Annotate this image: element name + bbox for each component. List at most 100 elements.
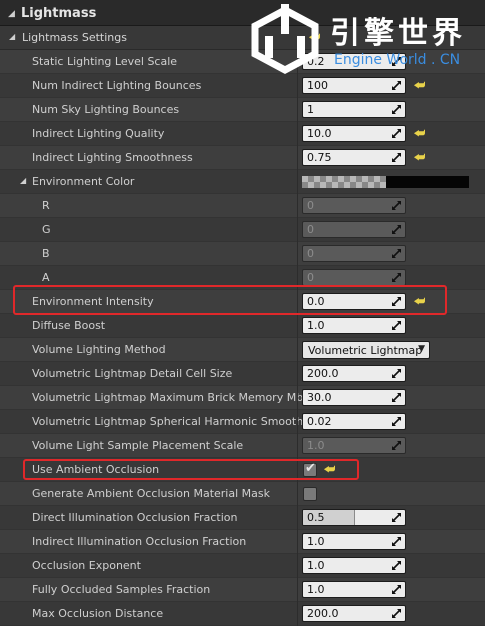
drag-handle-icon[interactable] [391,608,402,619]
field-value: 200.0 [307,367,339,380]
numeric-field: 0 [302,269,406,286]
column-splitter[interactable] [297,146,298,170]
drag-handle-icon[interactable] [391,224,402,235]
drag-handle-icon[interactable] [391,296,402,307]
drag-handle-icon[interactable] [391,560,402,571]
column-splitter[interactable] [297,578,298,602]
drag-handle-icon[interactable] [391,248,402,259]
reset-to-default-icon[interactable]: ⮨ [414,78,425,93]
reset-to-default-icon[interactable]: ⮨ [324,462,335,477]
numeric-field[interactable]: 100 [302,77,406,94]
property-label: G [42,223,51,236]
property-label: Indirect Illumination Occlusion Fraction [32,535,247,548]
color-swatch [386,176,469,188]
use-ambient-occlusion-checkbox[interactable]: ✔ [303,461,317,477]
property-row-use-ambient-occlusion: Use Ambient Occlusion ✔ ⮨ [0,458,485,482]
column-splitter[interactable] [297,410,298,434]
collapse-triangle-icon[interactable]: ◢ [8,9,15,19]
column-splitter[interactable] [297,482,298,506]
chevron-down-icon: ▼ [418,344,425,354]
numeric-field: 0 [302,245,406,262]
numeric-field[interactable]: 0.5 [302,509,406,526]
property-row-diffuse-boost: Diffuse Boost 1.0 [0,314,485,338]
property-row-generate-ambient-occlusion-material-mask: Generate Ambient Occlusion Material Mask [0,482,485,506]
reset-to-default-icon[interactable]: ⮨ [414,126,425,141]
property-row-g: G0 [0,218,485,242]
property-row-num-indirect-lighting-bounces: Num Indirect Lighting Bounces 100 ⮨ [0,74,485,98]
property-label: Occlusion Exponent [32,559,141,572]
property-row-volume-light-sample-placement-scale: Volume Light Sample Placement Scale 1.0 [0,434,485,458]
column-splitter[interactable] [297,506,298,530]
drag-handle-icon[interactable] [391,128,402,139]
drag-handle-icon[interactable] [391,320,402,331]
column-splitter[interactable] [297,338,298,362]
drag-handle-icon[interactable] [391,536,402,547]
numeric-field[interactable]: 200.0 [302,365,406,382]
volume-lighting-method-dropdown[interactable]: Volumetric Lightmap ▼ [302,341,430,359]
column-splitter[interactable] [297,434,298,458]
property-label: Indirect Lighting Smoothness [32,151,193,164]
numeric-field: 0 [302,221,406,238]
reset-to-default-icon[interactable]: ⮨ [414,294,425,309]
column-splitter[interactable] [297,290,298,314]
column-splitter[interactable] [297,98,298,122]
numeric-field[interactable]: 200.0 [302,605,406,622]
numeric-field[interactable]: 0.02 [302,413,406,430]
column-splitter[interactable] [297,554,298,578]
column-splitter[interactable] [297,314,298,338]
field-value: 0.5 [307,511,325,524]
environment-color-swatch[interactable] [302,176,469,188]
drag-handle-icon[interactable] [391,440,402,451]
numeric-field[interactable]: 1.0 [302,581,406,598]
field-value: 1.0 [307,535,325,548]
drag-handle-icon[interactable] [391,392,402,403]
drag-handle-icon[interactable] [391,512,402,523]
column-splitter[interactable] [297,530,298,554]
property-row-volumetric-lightmap-maximum-brick-memory-mb: Volumetric Lightmap Maximum Brick Memory… [0,386,485,410]
drag-handle-icon[interactable] [391,584,402,595]
drag-handle-icon[interactable] [391,368,402,379]
property-row-volumetric-lightmap-spherical-harmonic-smoothing: Volumetric Lightmap Spherical Harmonic S… [0,410,485,434]
generate-ambient-occlusion-material-mask-checkbox[interactable] [303,487,317,501]
numeric-field[interactable]: 10.0 [302,125,406,142]
field-value: 0.02 [307,415,332,428]
drag-handle-icon[interactable] [391,104,402,115]
column-splitter[interactable] [297,194,298,218]
column-splitter[interactable] [297,170,298,194]
column-splitter[interactable] [297,122,298,146]
column-splitter[interactable] [297,602,298,626]
drag-handle-icon[interactable] [391,152,402,163]
drag-handle-icon[interactable] [391,416,402,427]
expand-triangle-icon[interactable]: ◢ [9,32,15,41]
column-splitter[interactable] [297,458,298,482]
drag-handle-icon[interactable] [391,80,402,91]
column-splitter[interactable] [297,362,298,386]
column-splitter[interactable] [297,386,298,410]
field-value: 1.0 [307,583,325,596]
category-title: Lightmass [21,6,97,21]
property-label: Diffuse Boost [32,319,106,332]
property-row-r: R0 [0,194,485,218]
field-value: 1.0 [307,439,325,452]
numeric-field: 0 [302,197,406,214]
watermark-text-en: Engine World . CN [334,52,461,68]
numeric-field[interactable]: 1.0 [302,533,406,550]
property-label: Volume Light Sample Placement Scale [32,439,244,452]
numeric-field[interactable]: 1 [302,101,406,118]
property-label: Direct Illumination Occlusion Fraction [32,511,238,524]
drag-handle-icon[interactable] [391,200,402,211]
column-splitter[interactable] [297,242,298,266]
numeric-field[interactable]: 0.0 [302,293,406,310]
numeric-field[interactable]: 0.75 [302,149,406,166]
numeric-field[interactable]: 1.0 [302,557,406,574]
numeric-field[interactable]: 1.0 [302,317,406,334]
drag-handle-icon[interactable] [391,272,402,283]
reset-to-default-icon[interactable]: ⮨ [414,150,425,165]
column-splitter[interactable] [297,266,298,290]
watermark-text-cn: 引擎世界 [330,16,466,51]
column-splitter[interactable] [297,74,298,98]
column-splitter[interactable] [297,218,298,242]
expand-triangle-icon[interactable]: ◢ [20,176,26,185]
field-value: 0.75 [307,151,332,164]
numeric-field[interactable]: 30.0 [302,389,406,406]
